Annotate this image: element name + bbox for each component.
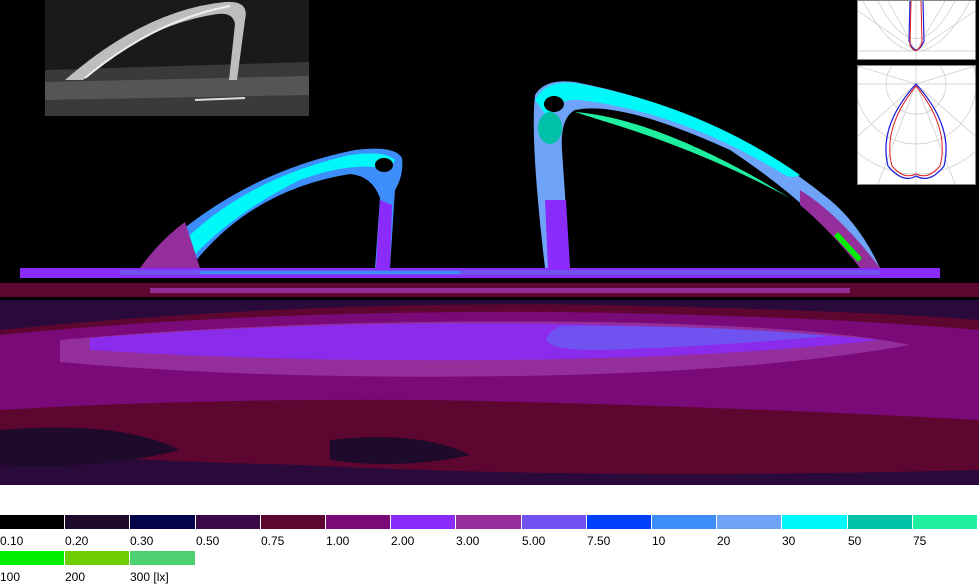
legend-label-1: 0.20 [65,534,89,548]
legend-label-5: 1.00 [326,534,350,548]
legend-swatch-1 [65,515,129,529]
legend-label-3: 0.50 [196,534,220,548]
legend-swatch-9 [587,515,651,529]
legend-swatch-15 [0,551,64,565]
legend-label-2: 0.30 [130,534,154,548]
legend-swatch-4 [261,515,325,529]
legend-label-9: 7.50 [587,534,611,548]
legend-swatch-6 [391,515,455,529]
legend-swatch-17 [130,551,195,565]
legend-swatch-0 [0,515,64,529]
legend-label-13: 50 [848,534,862,548]
legend-label-8: 5.00 [522,534,546,548]
legend-swatch-11 [717,515,781,529]
legend-label-4: 0.75 [261,534,285,548]
legend-label-0: 0.10 [0,534,24,548]
legend-swatch-13 [848,515,912,529]
legend-label-12: 30 [782,534,796,548]
legend-swatch-2 [130,515,195,529]
legend-label-11: 20 [717,534,731,548]
legend-label-17: 300 [lx] [130,570,169,584]
legend-label-6: 2.00 [391,534,415,548]
legend-label-16: 200 [65,570,86,584]
color-scale-legend: 0.10 0.20 0.30 0.50 0.75 1.00 2.00 3.00 5.00 7.50… [0,515,979,586]
legend-swatch-5 [326,515,390,529]
legend-swatch-16 [65,551,129,565]
polar-diagram-bottom [825,0,979,185]
bridge-photo-inset [45,0,309,116]
legend-label-7: 3.00 [456,534,480,548]
legend-swatch-3 [196,515,260,529]
legend-label-15: 100 [0,570,21,584]
legend-swatch-14 [913,515,977,529]
legend-swatch-8 [522,515,586,529]
legend-label-14: 75 [913,534,927,548]
legend-label-10: 10 [652,534,666,548]
legend-swatch-7 [456,515,521,529]
legend-swatch-10 [652,515,716,529]
legend-swatch-12 [782,515,847,529]
polar-diagram-top [857,0,976,60]
